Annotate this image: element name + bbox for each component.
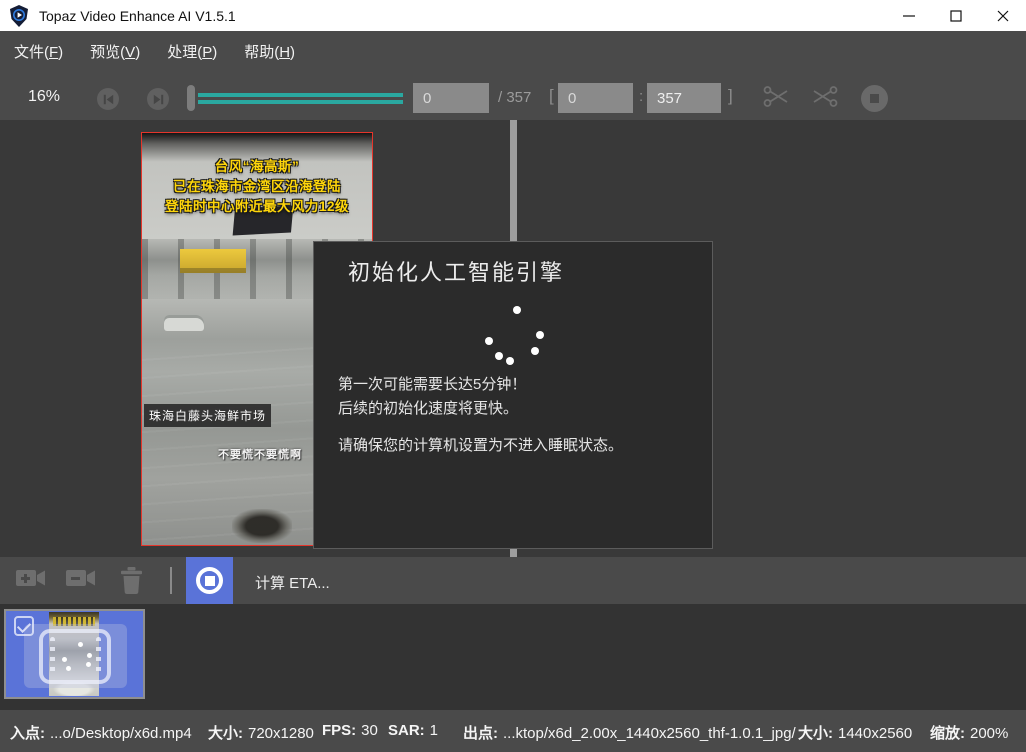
skip-to-end-button[interactable]	[147, 88, 169, 110]
status-fps: FPS:30	[322, 722, 378, 739]
timeline-slider[interactable]	[187, 84, 405, 112]
status-input-size: 大小:720x1280	[208, 722, 314, 743]
trim-bracket-open: [	[549, 86, 554, 106]
zoom-level: 16%	[28, 88, 60, 106]
eta-label: 计算 ETA...	[255, 572, 330, 593]
minimize-button[interactable]	[885, 0, 932, 31]
delete-video-button[interactable]	[119, 567, 144, 599]
preview-area: 台风“海高斯” 已在珠海市金湾区沿海登陆 登陆时中心附近最大风力12级 珠海白藤…	[0, 120, 1026, 557]
app-logo-icon	[9, 5, 29, 27]
playback-toolbar: 16% / 357 [ : ]	[0, 72, 1026, 120]
dialog-line-3: 请确保您的计算机设置为不进入睡眠状态。	[338, 434, 623, 458]
video-speech-caption: 不要慌不要慌啊	[218, 446, 302, 462]
menu-process[interactable]: 处理(P)	[167, 41, 217, 62]
video-overlay-title: 台风“海高斯” 已在珠海市金湾区沿海登陆 登陆时中心附近最大风力12级	[142, 157, 372, 217]
title-bar: Topaz Video Enhance AI V1.5.1	[0, 0, 1026, 31]
stop-playback-icon[interactable]	[861, 85, 888, 112]
dialog-title: 初始化人工智能引擎	[348, 255, 564, 287]
spinner-dot	[495, 352, 503, 360]
trim-bracket-close: ]	[728, 86, 733, 106]
thumbnail-spinner-dot	[87, 653, 92, 658]
slider-track-top	[198, 93, 403, 97]
video-white-car	[164, 315, 204, 331]
process-toolbar: 计算 ETA...	[0, 557, 1026, 604]
trim-separator: :	[639, 88, 643, 105]
thumbnail-checkbox[interactable]	[14, 616, 34, 636]
menu-file[interactable]: 文件(F)	[14, 41, 63, 62]
video-thumbnail-selected[interactable]	[4, 609, 145, 699]
menu-preview[interactable]: 预览(V)	[90, 41, 140, 62]
status-sar: SAR:1	[388, 722, 438, 739]
spinner-dot	[513, 306, 521, 314]
spinner-dot	[531, 347, 539, 355]
dialog-line-2: 后续的初始化速度将更快。	[338, 397, 623, 421]
dialog-spacer	[338, 421, 623, 434]
thumbnail-spinner-dot	[66, 666, 71, 671]
slider-handle[interactable]	[187, 85, 195, 111]
film-perforation-right	[96, 637, 101, 675]
window-controls	[885, 0, 1026, 31]
total-frames-label: / 357	[498, 89, 531, 106]
status-output-path: 出点:...ktop/x6d_2.00x_1440x2560_thf-1.0.1…	[463, 722, 796, 743]
current-frame-input[interactable]	[413, 83, 489, 113]
trim-end-input[interactable]	[647, 83, 721, 113]
dialog-line-1: 第一次可能需要长达5分钟！	[338, 373, 623, 397]
status-input-path: 入点:...o/Desktop/x6d.mp4	[10, 722, 192, 743]
video-debris	[232, 509, 292, 543]
thumbnail-spinner-dot	[86, 662, 91, 667]
app-window: Topaz Video Enhance AI V1.5.1 文件(F) 预览(V…	[0, 0, 1026, 752]
window-title: Topaz Video Enhance AI V1.5.1	[39, 8, 236, 24]
add-video-button[interactable]	[16, 567, 46, 594]
trim-start-input[interactable]	[558, 83, 633, 113]
menu-bar: 文件(F) 预览(V) 处理(P) 帮助(H)	[0, 31, 1026, 72]
video-location-caption: 珠海白藤头海鲜市场	[144, 404, 271, 427]
spinner-dot	[485, 337, 493, 345]
stop-icon	[196, 567, 223, 594]
video-yellow-truck	[180, 249, 246, 273]
maximize-button[interactable]	[932, 0, 979, 31]
init-engine-dialog: 初始化人工智能引擎 第一次可能需要长达5分钟！ 后续的初始化速度将更快。 请确保…	[313, 241, 713, 549]
slider-track-bottom	[198, 100, 403, 104]
menu-help[interactable]: 帮助(H)	[244, 41, 295, 62]
thumbnail-spinner-dot	[78, 642, 83, 647]
spinner-dot	[506, 357, 514, 365]
close-button[interactable]	[979, 0, 1026, 31]
spinner-dot	[536, 331, 544, 339]
skip-to-start-button[interactable]	[97, 88, 119, 110]
dialog-message: 第一次可能需要长达5分钟！ 后续的初始化速度将更快。 请确保您的计算机设置为不进…	[338, 373, 623, 458]
thumbnail-spinner-dot	[62, 657, 67, 662]
film-perforation-left	[50, 637, 55, 675]
thumbnail-strip	[0, 604, 1026, 710]
trim-out-scissors-icon[interactable]	[811, 84, 838, 114]
remove-video-button[interactable]	[66, 567, 96, 594]
toolbar-divider	[170, 567, 172, 594]
trim-in-scissors-icon[interactable]	[763, 84, 790, 114]
status-scale: 缩放:200%	[930, 722, 1008, 743]
stop-processing-button[interactable]	[186, 557, 233, 604]
status-output-size: 大小:1440x2560	[798, 722, 912, 743]
status-bar: 入点:...o/Desktop/x6d.mp4 大小:720x1280 FPS:…	[0, 710, 1026, 752]
